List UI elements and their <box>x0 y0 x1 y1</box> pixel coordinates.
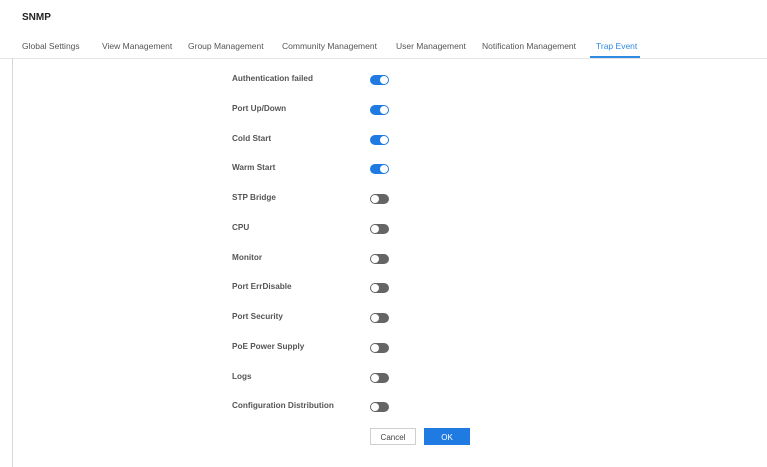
trap-label-port-up-down: Port Up/Down <box>232 104 287 113</box>
trap-label-port-security: Port Security <box>232 312 283 321</box>
toggle-cpu[interactable] <box>370 224 389 234</box>
ok-button[interactable]: OK <box>424 428 470 445</box>
toggle-knob <box>380 106 388 114</box>
trap-label-configuration-distribution: Configuration Distribution <box>232 401 334 410</box>
trap-label-authentication-failed: Authentication failed <box>232 74 313 83</box>
toggle-knob <box>371 255 379 263</box>
toggle-logs[interactable] <box>370 373 389 383</box>
toggle-knob <box>371 225 379 233</box>
active-tab-indicator <box>590 56 640 58</box>
trap-label-stp-bridge: STP Bridge <box>232 193 276 202</box>
trap-label-monitor: Monitor <box>232 253 263 262</box>
toggle-port-security[interactable] <box>370 313 389 323</box>
toggle-stp-bridge[interactable] <box>370 194 389 204</box>
toggle-knob <box>380 76 388 84</box>
toggle-port-errdisable[interactable] <box>370 283 389 293</box>
toggle-cold-start[interactable] <box>370 135 389 145</box>
trap-label-poe-power-supply: PoE Power Supply <box>232 342 305 351</box>
tab-community-management[interactable]: Community Management <box>282 41 377 51</box>
trap-label-port-errdisable: Port ErrDisable <box>232 282 292 291</box>
toggle-knob <box>371 374 379 382</box>
toggle-knob <box>371 284 379 292</box>
toggle-warm-start[interactable] <box>370 164 389 174</box>
trap-label-warm-start: Warm Start <box>232 163 276 172</box>
tab-user-management[interactable]: User Management <box>396 41 466 51</box>
tab-notification-management[interactable]: Notification Management <box>482 41 576 51</box>
trap-label-logs: Logs <box>232 372 252 381</box>
toggle-knob <box>371 344 379 352</box>
content-divider <box>12 58 13 467</box>
toggle-monitor[interactable] <box>370 254 389 264</box>
tab-trap-event[interactable]: Trap Event <box>596 41 637 51</box>
toggle-knob <box>380 136 388 144</box>
toggle-port-up-down[interactable] <box>370 105 389 115</box>
toggle-knob <box>371 314 379 322</box>
toggle-poe-power-supply[interactable] <box>370 343 389 353</box>
trap-label-cpu: CPU <box>232 223 250 232</box>
tab-view-management[interactable]: View Management <box>102 41 172 51</box>
tab-bar: Global Settings View Management Group Ma… <box>0 34 767 59</box>
cancel-button[interactable]: Cancel <box>370 428 416 445</box>
page-title: SNMP <box>22 12 51 23</box>
toggle-knob <box>371 195 379 203</box>
toggle-configuration-distribution[interactable] <box>370 402 389 412</box>
toggle-authentication-failed[interactable] <box>370 75 389 85</box>
tab-group-management[interactable]: Group Management <box>188 41 264 51</box>
trap-label-cold-start: Cold Start <box>232 134 272 143</box>
toggle-knob <box>380 165 388 173</box>
tab-global-settings[interactable]: Global Settings <box>22 41 80 51</box>
toggle-knob <box>371 403 379 411</box>
